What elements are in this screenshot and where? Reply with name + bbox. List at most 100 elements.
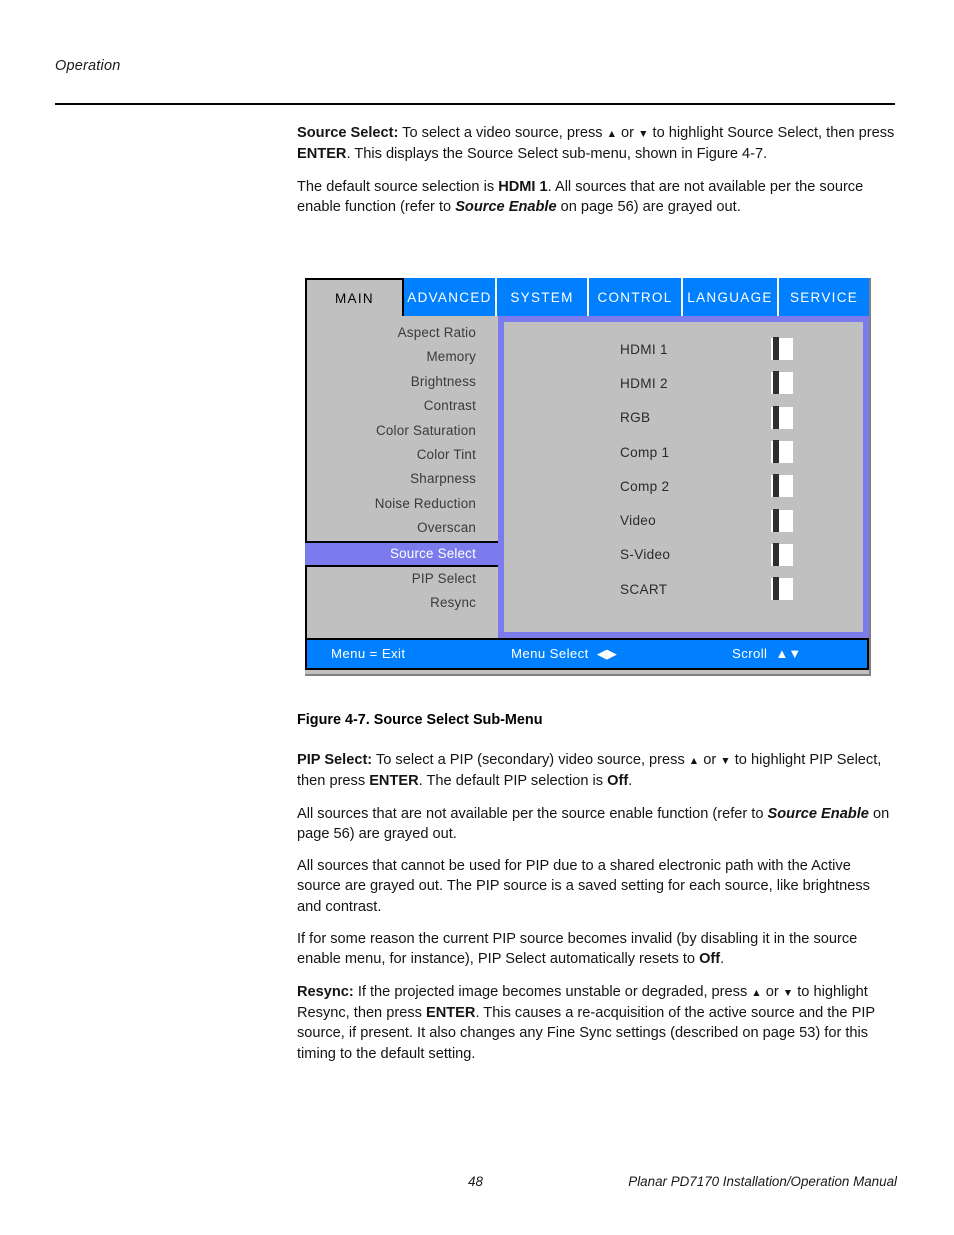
checkbox-glyph xyxy=(773,440,779,464)
menu-item-color-tint[interactable]: Color Tint xyxy=(307,443,498,467)
status-menu-select-hint: Menu Select ◀▶ xyxy=(511,646,617,662)
source-row-rgb[interactable]: RGB xyxy=(504,401,863,435)
default-source-value: HDMI 1 xyxy=(498,178,548,195)
source-row-svideo[interactable]: S-Video xyxy=(504,538,863,572)
source-label-svideo: S-Video xyxy=(620,547,671,563)
running-head: Operation xyxy=(55,58,121,74)
source-select-text-or: or xyxy=(617,125,639,141)
menu-item-contrast[interactable]: Contrast xyxy=(307,394,498,418)
footer-manual-title: Planar PD7170 Installation/Operation Man… xyxy=(628,1174,897,1189)
paragraph-source-select: Source Select: To select a video source,… xyxy=(297,123,897,165)
source-label-hdmi2: HDMI 2 xyxy=(620,375,668,391)
arrow-down-icon xyxy=(720,752,730,768)
source-label-rgb: RGB xyxy=(620,410,651,426)
source-label-comp2: Comp 2 xyxy=(620,478,670,494)
up-down-arrows-icon: ▲▼ xyxy=(775,646,802,661)
tab-service[interactable]: SERVICE xyxy=(779,278,869,316)
source-checkbox-svideo[interactable] xyxy=(771,542,793,566)
status-scroll-label: Scroll xyxy=(732,646,768,661)
checkbox-glyph xyxy=(773,337,779,361)
source-checkbox-hdmi1[interactable] xyxy=(771,337,793,361)
source-row-comp1[interactable]: Comp 1 xyxy=(504,435,863,469)
osd-menu-figure: MAIN ADVANCED SYSTEM CONTROL LANGUAGE SE… xyxy=(302,275,874,679)
osd-status-bar: Menu = Exit Menu Select ◀▶ Scroll ▲▼ xyxy=(305,638,869,670)
source-row-scart[interactable]: SCART xyxy=(504,572,863,606)
source-row-comp2[interactable]: Comp 2 xyxy=(504,469,863,503)
menu-item-source-select[interactable]: Source Select xyxy=(305,540,498,567)
paragraph-invalid-pip: If for some reason the current PIP sourc… xyxy=(297,929,897,970)
paragraph-grayed-sources: All sources that are not available per t… xyxy=(297,804,897,845)
status-scroll-hint: Scroll ▲▼ xyxy=(732,646,801,661)
checkbox-glyph xyxy=(773,474,779,498)
source-label-comp1: Comp 1 xyxy=(620,444,670,460)
tab-control[interactable]: CONTROL xyxy=(589,278,683,316)
checkbox-glyph xyxy=(773,371,779,395)
checkbox-glyph xyxy=(773,405,779,429)
resync-text-a: If the projected image becomes unstable … xyxy=(353,983,752,1000)
source-select-list: HDMI 1 HDMI 2 RGB Comp 1 Comp 2 Video S-… xyxy=(504,322,863,632)
checkbox-glyph xyxy=(773,577,779,601)
paragraph-default-source: The default source selection is HDMI 1. … xyxy=(297,177,897,218)
source-checkbox-video[interactable] xyxy=(771,508,793,532)
source-label-video: Video xyxy=(620,513,657,529)
pip-default-value: Off xyxy=(607,773,629,790)
source-row-hdmi1[interactable]: HDMI 1 xyxy=(504,332,863,366)
invalid-text-a: If for some reason the current PIP sourc… xyxy=(297,931,858,968)
enter-key-label: ENTER xyxy=(425,1004,476,1021)
source-select-text-a: To select a video source, press xyxy=(398,125,607,141)
osd-menu-body: MAIN ADVANCED SYSTEM CONTROL LANGUAGE SE… xyxy=(305,278,871,676)
checkbox-glyph xyxy=(773,508,779,532)
menu-item-noise-reduction[interactable]: Noise Reduction xyxy=(307,492,498,516)
tab-system[interactable]: SYSTEM xyxy=(497,278,589,316)
source-enable-reference: Source Enable xyxy=(455,198,557,215)
arrow-up-icon xyxy=(751,984,761,1000)
enter-key-label: ENTER xyxy=(369,773,419,790)
menu-item-color-saturation[interactable]: Color Saturation xyxy=(307,419,498,443)
tab-main[interactable]: MAIN xyxy=(305,278,404,316)
pip-text-d: . xyxy=(628,773,633,790)
status-menu-select-label: Menu Select xyxy=(511,646,589,661)
grayed-text-a: All sources that are not available per t… xyxy=(297,805,768,822)
arrow-down-icon xyxy=(783,984,793,1000)
source-checkbox-rgb[interactable] xyxy=(771,405,793,429)
paragraph-pip-select: PIP Select: To select a PIP (secondary) … xyxy=(297,750,897,792)
left-right-arrows-icon: ◀▶ xyxy=(596,646,617,661)
osd-main-menu-list: Aspect Ratio Memory Brightness Contrast … xyxy=(305,316,498,638)
tab-advanced[interactable]: ADVANCED xyxy=(404,278,497,316)
pip-text-or: or xyxy=(699,752,721,768)
osd-tab-bar: MAIN ADVANCED SYSTEM CONTROL LANGUAGE SE… xyxy=(305,278,869,316)
menu-item-sharpness[interactable]: Sharpness xyxy=(307,467,498,491)
tab-language[interactable]: LANGUAGE xyxy=(683,278,779,316)
source-checkbox-comp1[interactable] xyxy=(771,440,793,464)
invalid-text-b: . xyxy=(720,951,725,968)
intro-text-block: Source Select: To select a video source,… xyxy=(297,123,897,229)
paragraph-shared-path: All sources that cannot be used for PIP … xyxy=(297,858,870,915)
source-checkbox-hdmi2[interactable] xyxy=(771,371,793,395)
source-select-lead-label: Source Select: xyxy=(297,125,399,141)
menu-item-memory[interactable]: Memory xyxy=(307,345,498,369)
menu-item-brightness[interactable]: Brightness xyxy=(307,370,498,394)
resync-text-or: or xyxy=(761,983,783,1000)
source-select-text-c: . This displays the Source Select sub-me… xyxy=(346,146,768,163)
resync-lead-label: Resync: xyxy=(297,983,354,1000)
source-row-hdmi2[interactable]: HDMI 2 xyxy=(504,366,863,400)
menu-item-overscan[interactable]: Overscan xyxy=(307,516,498,540)
source-select-text-b: to highlight Source Select, then press xyxy=(648,125,895,141)
source-checkbox-scart[interactable] xyxy=(771,577,793,601)
arrow-down-icon xyxy=(638,125,648,141)
default-source-text-a: The default source selection is xyxy=(297,178,499,195)
menu-item-aspect-ratio[interactable]: Aspect Ratio xyxy=(307,321,498,345)
pip-text-c: . The default PIP selection is xyxy=(418,773,608,790)
source-row-video[interactable]: Video xyxy=(504,503,863,537)
menu-item-resync[interactable]: Resync xyxy=(307,591,498,615)
arrow-up-icon xyxy=(689,752,699,768)
default-source-text-c: on page 56) are grayed out. xyxy=(556,198,741,215)
source-checkbox-comp2[interactable] xyxy=(771,474,793,498)
source-label-scart: SCART xyxy=(620,581,668,597)
source-select-submenu-panel: HDMI 1 HDMI 2 RGB Comp 1 Comp 2 Video S-… xyxy=(498,316,869,638)
menu-item-pip-select[interactable]: PIP Select xyxy=(307,567,498,591)
arrow-up-icon xyxy=(607,125,617,141)
invalid-reset-value: Off xyxy=(699,951,721,968)
body-text-block: PIP Select: To select a PIP (secondary) … xyxy=(297,750,897,1076)
pip-text-a: To select a PIP (secondary) video source… xyxy=(372,752,689,768)
